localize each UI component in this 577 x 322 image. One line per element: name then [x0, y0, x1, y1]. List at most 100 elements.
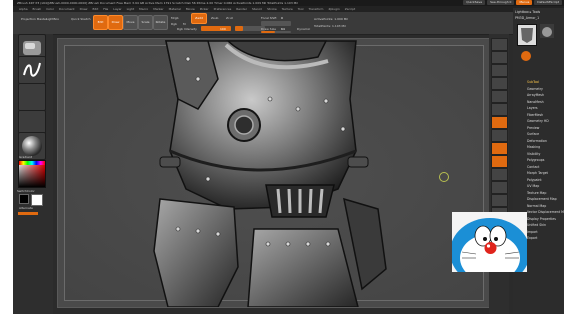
doraemon-overlay [452, 212, 527, 272]
tray-item-preview[interactable]: Preview [527, 126, 539, 130]
scale-label: Scale [141, 20, 150, 24]
right-shelf-button[interactable] [491, 64, 508, 77]
tool-thumbnail[interactable] [517, 24, 537, 46]
rotate-label: Rotate [155, 20, 166, 24]
canvas-viewport[interactable] [57, 38, 491, 308]
tray-item-polypaint[interactable]: Polypaint [527, 178, 542, 182]
armor-model [153, 40, 387, 307]
gradient-label: Gradient [19, 155, 33, 159]
left-shelf: Gradient SwitchColor Alternate [13, 34, 53, 314]
zspheres-tool-icon [521, 51, 531, 61]
alpha-selector[interactable] [18, 83, 46, 111]
tray-header: Lightbox ▸ Tools [515, 10, 541, 14]
zcut-button[interactable]: Zcut [226, 16, 233, 20]
brush-cursor [439, 172, 449, 182]
focal-shift-value: 0 [281, 16, 283, 20]
tray-item-export[interactable]: Export [527, 236, 537, 240]
scale-button[interactable]: Scale [138, 15, 153, 30]
secondary-color-swatch[interactable] [19, 194, 29, 204]
right-shelf-button[interactable] [491, 38, 508, 51]
right-shelf-button[interactable] [491, 155, 508, 168]
tray-item-subtool[interactable]: SubTool [527, 80, 539, 84]
rgb-intensity-slider[interactable] [201, 26, 231, 31]
move-label: Move [126, 20, 135, 24]
lightbox-button[interactable]: LightBox [46, 17, 59, 21]
zspheres-tool-button[interactable] [517, 48, 535, 62]
edit-button[interactable]: Edit [93, 15, 108, 30]
tray-item-geometry[interactable]: Geometry [527, 87, 543, 91]
alternate-toggle[interactable] [18, 212, 38, 215]
tray-item-polygroups[interactable]: Polygroups [527, 158, 544, 162]
right-shelf-button[interactable] [491, 194, 508, 207]
right-shelf-button[interactable] [491, 129, 508, 142]
tray-item-uv-map[interactable]: UV Map [527, 184, 539, 188]
right-shelf-button[interactable] [491, 77, 508, 90]
main-color-swatch[interactable] [31, 194, 43, 206]
zadd-button[interactable]: Zadd [191, 13, 207, 24]
draw-size-slider[interactable] [261, 31, 291, 33]
armor-tool-icon [521, 28, 533, 43]
tray-item-vector-displacement-map[interactable]: Vector Displacement Map [527, 210, 564, 214]
right-shelf-button[interactable] [491, 181, 508, 194]
switch-color-button[interactable]: SwitchColor [17, 189, 35, 193]
quick-sketch-button[interactable]: Quick Sketch [71, 17, 91, 21]
right-shelf-button[interactable] [491, 168, 508, 181]
tray-item-visibility[interactable]: Visibility [527, 152, 540, 156]
right-shelf [489, 34, 509, 314]
tray-item-geometry-hd[interactable]: Geometry HD [527, 119, 549, 123]
tray-item-import[interactable]: Import [527, 230, 538, 234]
mrgb-button[interactable]: Mrgb [171, 16, 179, 20]
rgb-intensity-value: 100 [220, 27, 226, 31]
tray-item-displacement-map[interactable]: Displacement Map [527, 197, 557, 201]
dynamic-button[interactable]: Dynamic [297, 27, 310, 31]
rgb-button[interactable]: Rgb [171, 22, 177, 26]
sphere-tool-button[interactable] [540, 24, 554, 38]
tray-item-masking[interactable]: Masking [527, 145, 540, 149]
hue-strip[interactable] [19, 161, 45, 165]
m-button[interactable]: M [183, 22, 186, 26]
draw-button[interactable]: Draw [108, 15, 123, 30]
tray-item-display-properties[interactable]: Display Properties [527, 217, 556, 221]
active-points-readout: ActivePoints: 1.009 Mil [314, 17, 349, 21]
default-zscript-button[interactable]: DefaultZScript [534, 0, 562, 5]
edit-label: Edit [97, 20, 104, 24]
tray-item-normal-map[interactable]: Normal Map [527, 204, 546, 208]
draw-label: Draw [111, 20, 120, 24]
quicksave-button[interactable]: QuickSave [463, 0, 486, 5]
rgb-intensity-label: Rgb Intensity [177, 27, 197, 31]
menus-button[interactable]: Menus [516, 0, 533, 5]
zsub-button[interactable]: Zsub [211, 16, 218, 20]
doraemon-icon [452, 212, 527, 272]
freehand-stroke-icon [23, 62, 41, 77]
move-button[interactable]: Move [123, 15, 138, 30]
tray-item-morph-target[interactable]: Morph Target [527, 171, 548, 175]
tray-item-texture-map[interactable]: Texture Map [527, 191, 546, 195]
focal-shift-slider[interactable] [261, 21, 291, 26]
total-points-readout: TotalPoints: 1.103 Mil [314, 24, 346, 28]
stroke-selector[interactable] [18, 56, 46, 84]
right-shelf-button[interactable] [491, 116, 508, 129]
title-bar-controls: QuickSave See-through 0 Menus DefaultZSc… [463, 0, 562, 5]
rotate-button[interactable]: Rotate [153, 15, 168, 30]
see-through-slider[interactable]: See-through 0 [487, 0, 515, 5]
color-picker[interactable] [18, 160, 46, 188]
right-shelf-button[interactable] [491, 51, 508, 64]
tray-item-layers[interactable]: Layers [527, 106, 538, 110]
right-shelf-button[interactable] [491, 142, 508, 155]
tray-item-fibermesh[interactable]: FiberMesh [527, 113, 543, 117]
sphere-tool-icon [542, 27, 552, 37]
tray-item-contact[interactable]: Contact [527, 165, 539, 169]
tray-item-surface[interactable]: Surface [527, 132, 539, 136]
tray-item-deformation[interactable]: Deformation [527, 139, 547, 143]
tool-name: PM3D_Armor_1 [515, 16, 540, 20]
right-shelf-button[interactable] [491, 103, 508, 116]
zadd-label: Zadd [195, 16, 203, 20]
projection-master-button[interactable]: Projection Master [21, 17, 47, 21]
tray-item-unified-skin[interactable]: Unified Skin [527, 223, 546, 227]
right-shelf-button[interactable] [491, 90, 508, 103]
tray-item-nanomesh[interactable]: NanoMesh [527, 100, 544, 104]
alternate-label[interactable]: Alternate [19, 206, 33, 210]
tray-item-arraymesh[interactable]: ArrayMesh [527, 93, 544, 97]
top-toolbar: Projection Master LightBox Quick Sketch … [13, 12, 564, 35]
focal-shift-label: Focal Shift [261, 16, 277, 20]
